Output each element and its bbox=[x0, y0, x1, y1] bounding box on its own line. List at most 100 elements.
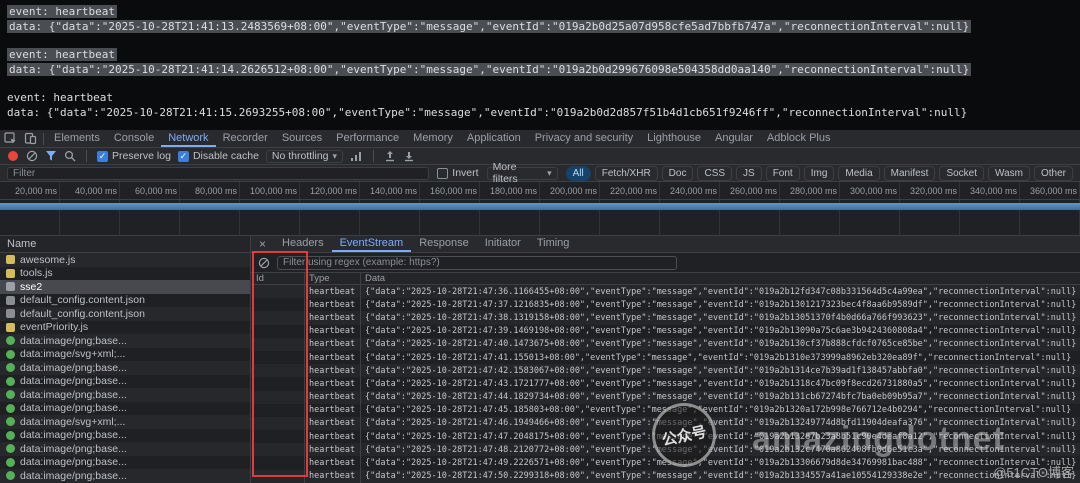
watermark-brand: amazingdotnet bbox=[752, 420, 1005, 458]
event-row[interactable]: heartbeat {"data":"2025-10-28T21:47:41.1… bbox=[251, 350, 1080, 365]
file-type-icon bbox=[6, 417, 15, 427]
request-type-chip[interactable]: Other bbox=[1033, 165, 1073, 181]
event-row[interactable]: heartbeat {"data":"2025-10-28T21:47:50.2… bbox=[251, 469, 1080, 483]
request-type-chip[interactable]: JS bbox=[736, 165, 762, 181]
search-icon[interactable] bbox=[64, 150, 76, 162]
record-icon[interactable] bbox=[7, 150, 19, 162]
event-row[interactable]: heartbeat {"data":"2025-10-28T21:47:36.1… bbox=[251, 285, 1080, 299]
devtools-panel-tab[interactable]: Elements bbox=[47, 130, 107, 147]
request-type-chip[interactable]: Doc bbox=[661, 165, 694, 181]
request-type-chips: All Fetch/XHR Doc CSS JS Font Img Media … bbox=[565, 165, 1073, 181]
devtools-panel-tab[interactable]: Memory bbox=[406, 130, 460, 147]
request-name: data:image/svg+xml;... bbox=[20, 348, 126, 361]
detail-tab[interactable]: Headers bbox=[274, 236, 332, 252]
close-icon[interactable]: × bbox=[251, 237, 274, 251]
request-name: data:image/png;base... bbox=[20, 456, 127, 469]
clear-icon[interactable] bbox=[26, 150, 38, 162]
event-type-cell: heartbeat bbox=[305, 324, 361, 338]
request-type-chip[interactable]: Media bbox=[838, 165, 880, 181]
event-type-cell: heartbeat bbox=[305, 298, 361, 312]
network-conditions-icon[interactable] bbox=[350, 150, 363, 162]
event-row[interactable]: heartbeat {"data":"2025-10-28T21:47:39.1… bbox=[251, 324, 1080, 338]
event-row[interactable]: heartbeat {"data":"2025-10-28T21:47:42.1… bbox=[251, 364, 1080, 378]
request-row[interactable]: data:image/png;base... bbox=[0, 469, 250, 483]
devtools-panel-tab[interactable]: Application bbox=[460, 130, 528, 147]
event-row[interactable]: heartbeat {"data":"2025-10-28T21:47:43.1… bbox=[251, 377, 1080, 391]
event-row[interactable]: heartbeat {"data":"2025-10-28T21:47:37.1… bbox=[251, 298, 1080, 312]
column-header-data[interactable]: Data bbox=[361, 273, 1080, 284]
name-column-header[interactable]: Name bbox=[0, 236, 250, 253]
request-row[interactable]: data:image/png;base... bbox=[0, 442, 250, 456]
request-row[interactable]: default_config.content.json bbox=[0, 307, 250, 321]
request-type-chip[interactable]: Fetch/XHR bbox=[594, 165, 658, 181]
timeline-ruler[interactable]: 20,000 ms 40,000 ms 60,000 ms 80,000 ms … bbox=[0, 182, 1080, 200]
request-row[interactable]: default_config.content.json bbox=[0, 293, 250, 307]
detail-tab[interactable]: Timing bbox=[529, 236, 578, 252]
request-name: awesome.js bbox=[20, 253, 76, 266]
invert-checkbox[interactable]: Invert bbox=[437, 167, 479, 179]
request-row[interactable]: data:image/png;base... bbox=[0, 374, 250, 388]
event-id-cell bbox=[251, 337, 305, 351]
column-header-type[interactable]: Type bbox=[305, 273, 361, 284]
request-row[interactable]: data:image/png;base... bbox=[0, 428, 250, 442]
request-type-chip[interactable]: Font bbox=[765, 165, 800, 181]
detail-tab[interactable]: Response bbox=[411, 236, 477, 252]
request-row[interactable]: data:image/svg+xml;... bbox=[0, 415, 250, 429]
devtools-panel-tab[interactable]: Network bbox=[161, 130, 216, 147]
event-row[interactable]: heartbeat {"data":"2025-10-28T21:47:38.1… bbox=[251, 311, 1080, 325]
devtools-panel-tab[interactable]: Sources bbox=[275, 130, 329, 147]
event-row[interactable]: heartbeat {"data":"2025-10-28T21:47:40.1… bbox=[251, 337, 1080, 351]
devtools-panel-tab[interactable]: Recorder bbox=[216, 130, 275, 147]
export-har-icon[interactable] bbox=[384, 150, 396, 162]
request-row[interactable]: data:image/png;base... bbox=[0, 388, 250, 402]
sse-output-text: data: {"data":"2025-10-28T21:41:14.26265… bbox=[7, 63, 972, 76]
request-type-chip[interactable]: Wasm bbox=[988, 165, 1030, 181]
request-row[interactable]: data:image/png;base... bbox=[0, 361, 250, 375]
request-type-chip[interactable]: All bbox=[565, 165, 591, 181]
more-filters-button[interactable]: More filters bbox=[486, 161, 558, 185]
device-toolbar-icon[interactable] bbox=[20, 130, 40, 147]
eventstream-filter-input[interactable] bbox=[277, 255, 677, 270]
devtools-panel-tab[interactable]: Lighthouse bbox=[640, 130, 708, 147]
chevron-down-icon bbox=[547, 167, 552, 179]
detail-tab[interactable]: EventStream bbox=[331, 236, 412, 252]
request-name: data:image/png;base... bbox=[20, 334, 127, 347]
devtools-panel-tab[interactable]: Performance bbox=[329, 130, 406, 147]
request-row[interactable]: data:image/png;base... bbox=[0, 401, 250, 415]
sse-output-line: event: heartbeat bbox=[7, 47, 1080, 62]
request-row[interactable]: tools.js bbox=[0, 266, 250, 280]
network-filter-input[interactable] bbox=[7, 166, 430, 180]
preserve-log-checkbox[interactable]: Preserve log bbox=[97, 150, 171, 162]
block-icon[interactable] bbox=[258, 257, 270, 269]
disable-cache-checkbox[interactable]: Disable cache bbox=[177, 150, 259, 162]
checkbox-unchecked-icon bbox=[437, 167, 449, 179]
timeline-tick-label: 180,000 ms bbox=[489, 186, 537, 196]
devtools-panel-tab[interactable]: Privacy and security bbox=[528, 130, 640, 147]
request-row[interactable]: data:image/png;base... bbox=[0, 455, 250, 469]
request-row[interactable]: data:image/svg+xml;... bbox=[0, 347, 250, 361]
devtools-panel-tab[interactable]: Adblock Plus bbox=[760, 130, 838, 147]
inspect-icon[interactable] bbox=[0, 130, 20, 147]
invert-label: Invert bbox=[452, 167, 479, 179]
request-type-chip[interactable]: CSS bbox=[697, 165, 733, 181]
request-row[interactable]: sse2 bbox=[0, 280, 250, 294]
sse-output-text: event: heartbeat bbox=[7, 5, 117, 18]
column-header-id[interactable]: Id bbox=[251, 273, 305, 284]
file-type-icon bbox=[6, 390, 15, 400]
devtools-panel-tab[interactable]: Angular bbox=[708, 130, 760, 147]
request-row[interactable]: eventPriority.js bbox=[0, 320, 250, 334]
file-type-icon bbox=[6, 363, 15, 373]
timeline-tick-label: 320,000 ms bbox=[909, 186, 957, 196]
detail-tab[interactable]: Initiator bbox=[477, 236, 529, 252]
request-type-chip[interactable]: Img bbox=[803, 165, 835, 181]
request-row[interactable]: awesome.js bbox=[0, 253, 250, 267]
request-type-chip[interactable]: Socket bbox=[939, 165, 985, 181]
request-row[interactable]: data:image/png;base... bbox=[0, 334, 250, 348]
filter-icon[interactable] bbox=[45, 150, 57, 162]
event-row[interactable]: heartbeat {"data":"2025-10-28T21:47:44.1… bbox=[251, 390, 1080, 404]
request-type-chip[interactable]: Manifest bbox=[883, 165, 936, 181]
timeline-overview-band[interactable] bbox=[0, 200, 1080, 236]
import-har-icon[interactable] bbox=[403, 150, 415, 162]
devtools-panel-tab[interactable]: Console bbox=[107, 130, 161, 147]
throttling-select[interactable]: No throttling bbox=[265, 149, 344, 163]
